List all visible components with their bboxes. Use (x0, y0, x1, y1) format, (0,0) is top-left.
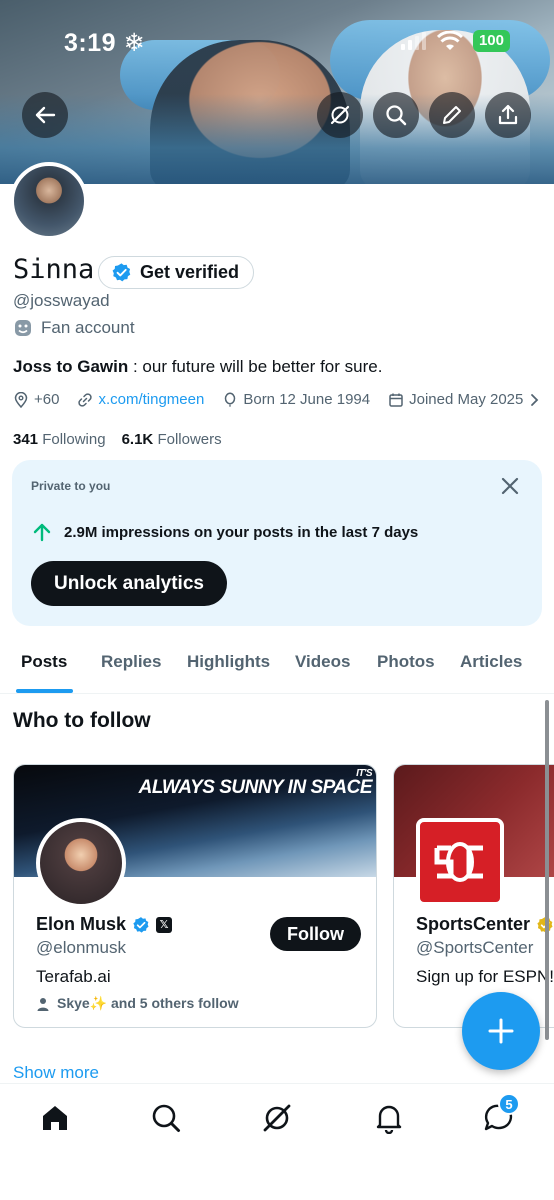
website-item[interactable]: x.com/tingmeen (77, 391, 204, 408)
card-bio: Terafab.ai (36, 967, 111, 986)
nav-notifications[interactable] (372, 1101, 406, 1135)
bio-text: : our future will be better for sure. (128, 357, 383, 376)
location-pin-icon (14, 391, 28, 408)
share-button[interactable] (485, 92, 531, 138)
nav-messages[interactable]: 5 (482, 1093, 520, 1135)
show-more-link[interactable]: Show more (13, 1063, 99, 1083)
location-item: +60 (13, 391, 59, 408)
follow-stats: 341 Following 6.1K Followers (13, 431, 222, 448)
get-verified-label: Get verified (140, 262, 240, 282)
private-label: Private to you (31, 479, 111, 493)
impressions-row: 2.9M impressions on your posts in the la… (32, 522, 418, 542)
back-button[interactable] (22, 92, 68, 138)
bio-bold: Joss to Gawin (13, 357, 129, 376)
tab-articles[interactable]: Articles (460, 652, 522, 672)
status-right: 100 (400, 30, 510, 52)
banner-text: IT'S ALWAYS SUNNY IN SPACE (138, 768, 373, 798)
balloon-icon (225, 392, 236, 406)
impressions-text: 2.9M impressions on your posts in the la… (64, 523, 419, 541)
get-verified-button[interactable]: Get verified (98, 256, 255, 289)
x-logo-icon: 𝕏 (156, 916, 173, 933)
nav-grok[interactable] (260, 1101, 294, 1135)
location-text: +60 (34, 391, 60, 408)
arrow-up-icon (33, 523, 51, 542)
status-time: 3:19 ❄ (64, 29, 145, 57)
link-icon (78, 392, 93, 407)
search-button[interactable] (373, 92, 419, 138)
nav-home[interactable] (38, 1101, 72, 1135)
card-handle: @elonmusk (36, 938, 127, 957)
follow-button[interactable]: Follow (270, 917, 361, 951)
unlock-analytics-button[interactable]: Unlock analytics (31, 561, 227, 606)
profile-avatar[interactable] (10, 162, 88, 240)
edit-button[interactable] (429, 92, 475, 138)
theater-masks-icon (15, 320, 31, 336)
joined-item[interactable]: Joined May 2025 (388, 391, 540, 408)
arrow-left-icon (35, 106, 56, 124)
share-icon (498, 104, 518, 125)
card-handle: @SportsCenter (416, 938, 534, 957)
profile-bio: Joss to Gawin : our future will be bette… (13, 357, 382, 377)
tab-photos[interactable]: Photos (377, 652, 435, 672)
verified-badge-icon (112, 263, 131, 282)
profile-category: Fan account (13, 318, 135, 338)
card-name: SportsCenter (416, 914, 554, 935)
birthday-item: Born 12 June 1994 (222, 391, 370, 408)
close-icon[interactable] (498, 474, 522, 498)
nav-search[interactable] (149, 1101, 183, 1135)
sc-logo-icon (434, 842, 483, 882)
bottom-nav: 5 (0, 1083, 554, 1200)
private-analytics-card: Private to you 2.9M impressions on your … (12, 460, 542, 626)
website-link[interactable]: x.com/tingmeen (98, 391, 204, 408)
pencil-icon (443, 106, 461, 124)
profile-handle: @josswayad (13, 291, 110, 310)
messages-badge: 5 (498, 1093, 520, 1115)
tab-posts[interactable]: Posts (21, 652, 67, 672)
snowflake-icon: ❄ (123, 29, 145, 57)
birthday-text: Born 12 June 1994 (243, 391, 371, 408)
followers-link[interactable]: 6.1K Followers (122, 431, 222, 448)
calendar-icon (389, 393, 403, 407)
following-link[interactable]: 341 Following (13, 431, 106, 448)
sportscenter-logo-icon[interactable] (416, 818, 504, 906)
suggestion-card-elon[interactable]: IT'S ALWAYS SUNNY IN SPACE Elon Musk 𝕏 @e… (13, 764, 377, 1028)
search-icon (386, 105, 407, 126)
card-avatar[interactable] (36, 818, 126, 908)
card-name: Elon Musk 𝕏 (36, 914, 173, 935)
plus-icon (488, 1018, 514, 1044)
profile-meta: +60 x.com/tingmeen Born 12 June 1994 Joi… (13, 391, 540, 408)
tab-videos[interactable]: Videos (295, 652, 350, 672)
grok-icon (263, 1104, 291, 1132)
person-icon (37, 997, 49, 1011)
chevron-right-icon (531, 393, 539, 406)
who-to-follow-title: Who to follow (13, 709, 151, 732)
wifi-icon (436, 31, 463, 50)
active-tab-indicator (16, 689, 73, 693)
bell-icon (376, 1105, 402, 1134)
card-bio: Sign up for ESPN! (416, 967, 554, 986)
category-label: Fan account (41, 318, 135, 337)
home-icon (43, 1106, 67, 1130)
compose-post-button[interactable] (462, 992, 540, 1070)
card-mutual-follows: Skye✨ and 5 others follow (36, 995, 239, 1012)
profile-tabs: Posts Replies Highlights Videos Photos A… (0, 642, 554, 694)
signal-icon (400, 32, 426, 50)
search-icon (152, 1104, 180, 1132)
tab-replies[interactable]: Replies (101, 652, 161, 672)
verified-badge-icon (133, 916, 149, 933)
scrollbar[interactable] (545, 700, 549, 1040)
grok-icon (330, 105, 350, 125)
tab-highlights[interactable]: Highlights (187, 652, 270, 672)
grok-button[interactable] (317, 92, 363, 138)
battery-indicator: 100 (472, 30, 510, 52)
joined-text: Joined May 2025 (409, 391, 524, 408)
suggestion-card-sportscenter[interactable]: SportsCenter @SportsCenter Sign up for E… (393, 764, 554, 1028)
profile-name: Sinna (13, 254, 95, 285)
